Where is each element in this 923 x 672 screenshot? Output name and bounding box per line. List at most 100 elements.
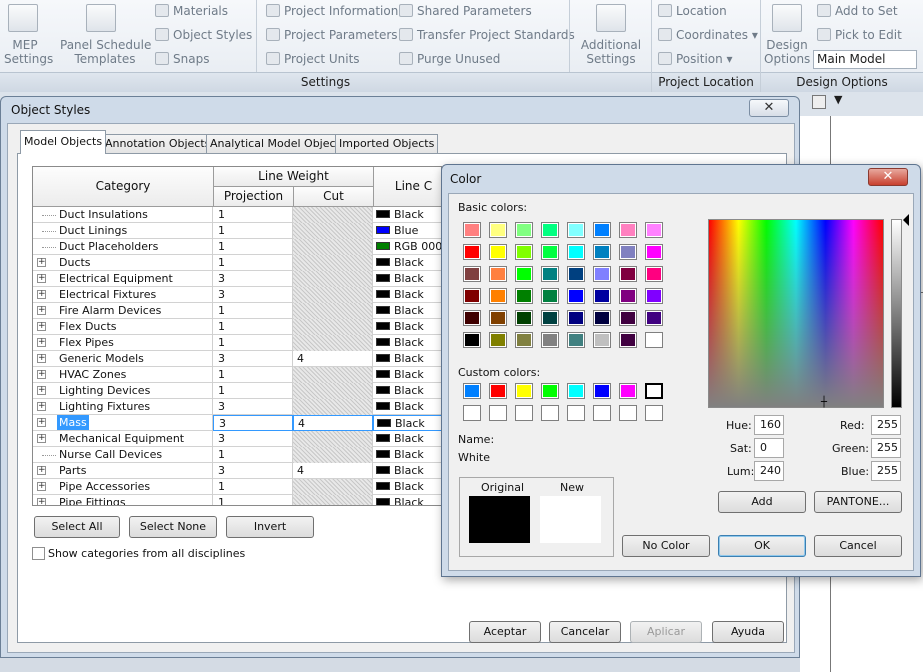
expand-icon[interactable]: + <box>37 482 46 491</box>
table-row[interactable]: +Pipe Accessories1Black <box>33 479 442 495</box>
table-row[interactable]: +Generic Models34Black <box>33 351 442 367</box>
basic-color-swatch[interactable] <box>489 244 507 260</box>
line-color-cell[interactable]: Black <box>373 447 442 463</box>
line-color-cell[interactable]: Black <box>373 479 442 495</box>
cut-cell[interactable] <box>293 223 373 239</box>
basic-color-swatch[interactable] <box>567 310 585 326</box>
basic-color-swatch[interactable] <box>567 288 585 304</box>
color-spectrum[interactable]: ┼ <box>708 219 884 408</box>
basic-color-swatch[interactable] <box>541 310 559 326</box>
cut-cell[interactable] <box>293 207 373 223</box>
basic-color-swatch[interactable] <box>645 288 663 304</box>
line-color-cell[interactable]: Black <box>373 351 442 367</box>
line-color-cell[interactable]: Black <box>373 431 442 447</box>
basic-color-swatch[interactable] <box>619 310 637 326</box>
line-color-cell[interactable]: Black <box>373 463 442 479</box>
expand-icon[interactable]: + <box>37 258 46 267</box>
custom-color-swatch[interactable] <box>593 405 611 421</box>
category-cell[interactable]: +Flex Pipes <box>33 335 213 351</box>
table-row[interactable]: +Mechanical Equipment3Black <box>33 431 442 447</box>
projection-cell[interactable]: 1 <box>213 383 293 399</box>
category-cell[interactable]: +Pipe Accessories <box>33 479 213 495</box>
line-color-cell[interactable]: Black <box>373 287 442 303</box>
category-cell[interactable]: Nurse Call Devices <box>33 447 213 463</box>
basic-color-swatch[interactable] <box>567 222 585 238</box>
basic-color-swatch[interactable] <box>645 332 663 348</box>
basic-color-swatch[interactable] <box>515 310 533 326</box>
apply-button[interactable]: Aplicar <box>630 621 702 643</box>
expand-icon[interactable]: + <box>37 386 46 395</box>
basic-color-swatch[interactable] <box>567 332 585 348</box>
table-row[interactable]: +Parts34Black <box>33 463 442 479</box>
basic-color-swatch[interactable] <box>593 222 611 238</box>
basic-color-swatch[interactable] <box>593 288 611 304</box>
basic-color-swatch[interactable] <box>489 332 507 348</box>
category-cell[interactable]: +Lighting Devices <box>33 383 213 399</box>
expand-icon[interactable]: + <box>37 498 46 506</box>
basic-color-swatch[interactable] <box>515 244 533 260</box>
line-color-cell[interactable]: RGB 000 <box>373 239 442 255</box>
cut-cell[interactable]: 4 <box>293 351 373 367</box>
line-color-cell[interactable]: Blue <box>373 223 442 239</box>
projection-cell[interactable]: 3 <box>213 271 293 287</box>
no-color-button[interactable]: No Color <box>622 535 710 557</box>
basic-color-swatch[interactable] <box>463 332 481 348</box>
basic-color-swatch[interactable] <box>541 266 559 282</box>
cut-cell[interactable] <box>293 335 373 351</box>
tab-annotation-objects[interactable]: Annotation Objects <box>101 134 214 153</box>
cut-cell[interactable] <box>293 495 373 506</box>
projection-cell[interactable]: 1 <box>213 223 293 239</box>
green-input[interactable]: 255 <box>871 438 901 458</box>
pick-to-edit-button[interactable]: Pick to Edit <box>817 28 902 42</box>
custom-color-swatch[interactable] <box>489 383 507 399</box>
additional-settings-button[interactable]: AdditionalSettings <box>578 38 644 66</box>
category-cell[interactable]: +Electrical Fixtures <box>33 287 213 303</box>
tab-imported-objects[interactable]: Imported Objects <box>335 134 438 153</box>
basic-color-swatch[interactable] <box>489 288 507 304</box>
line-color-cell[interactable]: Black <box>373 319 442 335</box>
projection-cell[interactable]: 3 <box>213 415 293 431</box>
line-color-cell[interactable]: Black <box>373 415 442 431</box>
table-row[interactable]: +Lighting Devices1Black <box>33 383 442 399</box>
header-category[interactable]: Category <box>33 167 214 207</box>
cut-cell[interactable] <box>293 479 373 495</box>
table-row[interactable]: +Flex Pipes1Black <box>33 335 442 351</box>
expand-icon[interactable]: + <box>37 466 46 475</box>
cut-cell[interactable] <box>293 399 373 415</box>
add-custom-color-button[interactable]: Add <box>718 491 806 513</box>
basic-color-swatch[interactable] <box>593 266 611 282</box>
header-line-color[interactable]: Line C <box>374 167 442 207</box>
basic-color-swatch[interactable] <box>463 244 481 260</box>
cut-cell[interactable] <box>293 255 373 271</box>
line-color-cell[interactable]: Black <box>373 495 442 506</box>
shared-parameters-button[interactable]: Shared Parameters <box>399 4 532 18</box>
expand-icon[interactable]: + <box>37 274 46 283</box>
position-button[interactable]: Position ▾ <box>658 52 733 66</box>
expand-icon[interactable]: + <box>37 370 46 379</box>
category-cell[interactable]: +Mass <box>33 415 213 431</box>
projection-cell[interactable]: 1 <box>213 367 293 383</box>
basic-color-swatch[interactable] <box>463 266 481 282</box>
red-input[interactable]: 255 <box>871 415 901 435</box>
category-cell[interactable]: Duct Linings <box>33 223 213 239</box>
basic-color-swatch[interactable] <box>463 288 481 304</box>
projection-cell[interactable]: 1 <box>213 495 293 506</box>
custom-color-swatch[interactable] <box>619 405 637 421</box>
table-row[interactable]: Duct Linings1 Blue <box>33 223 442 239</box>
basic-color-swatch[interactable] <box>593 332 611 348</box>
table-row[interactable]: +Flex Ducts1Black <box>33 319 442 335</box>
custom-color-swatch[interactable] <box>645 383 663 399</box>
category-cell[interactable]: +Generic Models <box>33 351 213 367</box>
basic-color-swatch[interactable] <box>567 244 585 260</box>
basic-color-swatch[interactable] <box>567 266 585 282</box>
projection-cell[interactable]: 3 <box>213 463 293 479</box>
expand-icon[interactable]: + <box>37 338 46 347</box>
mep-settings-button[interactable]: MEPSettings <box>4 38 46 66</box>
custom-color-swatch[interactable] <box>619 383 637 399</box>
basic-color-swatch[interactable] <box>541 244 559 260</box>
luminance-marker-icon[interactable] <box>903 214 909 226</box>
expand-icon[interactable]: + <box>37 322 46 331</box>
select-none-button[interactable]: Select None <box>129 516 217 538</box>
custom-color-swatch[interactable] <box>463 405 481 421</box>
basic-color-swatch[interactable] <box>645 244 663 260</box>
